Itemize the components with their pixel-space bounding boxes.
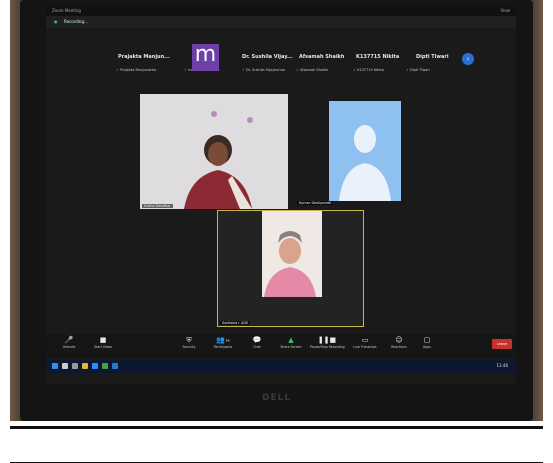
dell-logo: DELL — [262, 393, 292, 403]
microphone-muted-icon: 🎤 — [64, 336, 74, 344]
chevron-right-icon[interactable]: › — [462, 53, 474, 65]
start-video-button[interactable]: ■ Start Video — [86, 336, 120, 349]
tile-name: Hutha Deodhar — [142, 204, 173, 208]
zoom-app-icon[interactable] — [92, 363, 98, 369]
task-view-icon[interactable] — [72, 363, 78, 369]
cc-icon: ▭ — [361, 336, 369, 344]
avatar-placeholder-icon — [329, 101, 401, 201]
thumb-sub: ✗ Dipti Tiwari — [406, 68, 430, 72]
tile-name: Sadhana r AGE — [220, 321, 251, 325]
apps-icon: ▢ — [423, 336, 431, 344]
window-titlebar: Zoom Meeting View — [46, 6, 516, 16]
start-icon[interactable] — [52, 363, 58, 369]
video-tile[interactable]: Hutha Deodhar — [140, 94, 288, 209]
video-tile[interactable]: Sadhana r AGE — [217, 210, 364, 327]
search-icon[interactable] — [62, 363, 68, 369]
leave-button[interactable]: Leave — [492, 339, 512, 349]
thumb-name: Prajakta Manjun... — [118, 54, 170, 60]
video-tile[interactable] — [329, 101, 401, 201]
recording-status: Recording... — [64, 19, 88, 24]
chrome-icon[interactable] — [102, 363, 108, 369]
apps-button[interactable]: ▢ Apps — [410, 336, 444, 349]
unmute-button[interactable]: 🎤 Unmute — [52, 336, 86, 349]
view-button[interactable]: View — [501, 8, 511, 13]
chat-icon: 💬 — [252, 336, 262, 344]
security-button[interactable]: ⛨ Security — [172, 336, 206, 349]
thumbnail-strip: Prajakta Manjun... ✗ Prajakta Manjunatha… — [46, 46, 516, 76]
thumb-name: Dr. Sushila Vijay... — [242, 54, 293, 60]
share-screen-icon: ▲ — [288, 336, 294, 344]
window-title: Zoom Meeting — [52, 8, 81, 13]
meeting-toolbar: 🎤 Unmute ■ Start Video ⛨ Security 👥79 Pa… — [46, 334, 516, 358]
thumb-name: K137715 Nikita — [356, 54, 400, 60]
thumb-sub: ✗ Prajakta Manjunatha — [116, 68, 157, 72]
thumb-sub: ✗ Afsamah Shaikh — [296, 68, 329, 72]
thumb-sub: ✗ Dr. Sushila Vijaykumar — [242, 68, 286, 72]
edge-icon[interactable] — [112, 363, 118, 369]
shield-icon: ⛨ — [186, 336, 192, 344]
participants-button[interactable]: 👥79 Participants — [206, 336, 240, 349]
monitor-screen: Zoom Meeting View ● Recording... Prajakt… — [46, 6, 516, 384]
participant-video — [218, 211, 363, 326]
participant-video — [140, 94, 288, 209]
tile-name: Kumar Deshpande — [297, 201, 334, 205]
security-shield-icon: ● — [54, 19, 58, 24]
file-explorer-icon[interactable] — [82, 363, 88, 369]
live-transcript-button[interactable]: ▭ Live Transcript — [348, 336, 382, 349]
thumb-name: Afsamah Shaikh — [299, 54, 345, 60]
participants-icon: 👥79 — [216, 336, 230, 344]
thumb-name: Dipti Tiwari — [416, 54, 449, 60]
photo-background: Zoom Meeting View ● Recording... Prajakt… — [10, 0, 543, 421]
recording-button[interactable]: ❚❚■ Pause/Stop Recording — [310, 336, 345, 349]
meeting-topbar: ● Recording... — [46, 16, 516, 28]
share-screen-button[interactable]: ▲ Share Screen — [274, 336, 308, 349]
avatar: m — [192, 44, 219, 71]
taskbar-clock: 11:46 — [496, 363, 508, 368]
thumb-sub: ✗ K137715 Nikita — [353, 68, 384, 72]
divider — [10, 426, 543, 429]
video-off-icon: ■ — [99, 336, 107, 344]
monitor-bezel: Zoom Meeting View ● Recording... Prajakt… — [20, 0, 533, 421]
windows-taskbar: 11:46 — [46, 360, 516, 373]
chat-button[interactable]: 💬 Chat — [240, 336, 274, 349]
recording-icon: ❚❚■ — [317, 336, 337, 344]
